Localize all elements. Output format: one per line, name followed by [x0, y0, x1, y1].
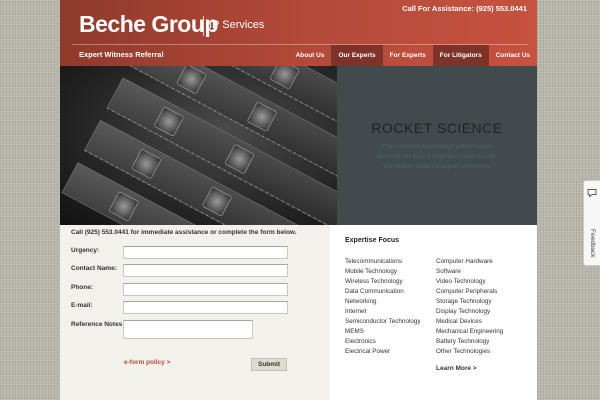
- hero-text-line: Your complex technology patent cases: [381, 143, 493, 150]
- email-field[interactable]: [123, 301, 288, 314]
- hero-chip-image: [60, 66, 337, 225]
- hero-panel: ROCKET SCIENCE Your complex technology p…: [337, 66, 537, 225]
- submit-button[interactable]: Submit: [251, 358, 287, 371]
- expertise-item[interactable]: Telecommunications: [345, 258, 402, 265]
- hero-text-line: demand the best & brightest minds to win…: [376, 153, 498, 160]
- expertise-item[interactable]: Computer Hardware: [436, 258, 493, 265]
- expertise-item[interactable]: Electrical Power: [345, 348, 390, 355]
- logo-divider: [203, 16, 204, 36]
- site-container: Beche Group IP Services Call For Assista…: [60, 0, 537, 400]
- referral-tagline: Expert Witness Referral: [79, 50, 164, 59]
- expertise-item[interactable]: Display Technology: [436, 308, 490, 315]
- hero-text-line: We deliver superior expert witnesses.: [383, 163, 491, 170]
- nav-contact-us[interactable]: Contact Us: [489, 45, 537, 66]
- expertise-item[interactable]: Battery Technology: [436, 338, 489, 345]
- email-label: E-mail:: [71, 302, 93, 309]
- expertise-item[interactable]: Data Communication: [345, 288, 404, 295]
- expertise-item[interactable]: Other Technologies: [436, 348, 490, 355]
- logo[interactable]: Beche Group: [79, 13, 218, 36]
- expertise-item[interactable]: Electronics: [345, 338, 376, 345]
- contact-name-field[interactable]: [123, 264, 288, 277]
- phone-field[interactable]: [123, 283, 288, 296]
- expertise-item[interactable]: Computer Peripherals: [436, 288, 497, 295]
- feedback-label: Feedback: [589, 229, 596, 258]
- nav-for-litigators[interactable]: For Litigators: [432, 45, 489, 66]
- expertise-item[interactable]: Video Technology: [436, 278, 485, 285]
- expertise-item[interactable]: Mobile Technology: [345, 268, 397, 275]
- nav-about-us[interactable]: About Us: [289, 45, 332, 66]
- hero-title: ROCKET SCIENCE: [371, 120, 503, 136]
- phone-label: Phone:: [71, 284, 94, 291]
- main-nav: About Us Our Experts For Experts For Lit…: [289, 45, 537, 66]
- contact-name-label: Contact Name:: [71, 265, 117, 272]
- expertise-item[interactable]: Software: [436, 268, 461, 275]
- nav-our-experts[interactable]: Our Experts: [331, 45, 383, 66]
- reference-notes-field[interactable]: [123, 320, 253, 339]
- urgency-label: Urgency:: [71, 247, 100, 254]
- expertise-item[interactable]: Medical Devices: [436, 318, 482, 325]
- expertise-item[interactable]: MEMS: [345, 328, 364, 335]
- nav-for-experts[interactable]: For Experts: [383, 45, 433, 66]
- expertise-item[interactable]: Networking: [345, 298, 377, 305]
- eform-policy-link[interactable]: e-form policy >: [124, 359, 170, 366]
- header: Beche Group IP Services Call For Assista…: [60, 0, 537, 66]
- expertise-item[interactable]: Mechanical Engineering: [436, 328, 503, 335]
- logo-subtitle: IP Services: [209, 19, 265, 31]
- reference-notes-label: Reference Notes: [71, 321, 123, 328]
- chip-illustration: [61, 66, 337, 225]
- learn-more-link[interactable]: Learn More >: [436, 365, 477, 372]
- speech-bubble-icon: [587, 185, 597, 203]
- contact-form: Call (925) 553.0441 for immediate assist…: [60, 225, 330, 400]
- urgency-field[interactable]: [123, 246, 288, 259]
- expertise-item[interactable]: Internet: [345, 308, 366, 315]
- expertise-item[interactable]: Storage Technology: [436, 298, 492, 305]
- expertise-item[interactable]: Semiconductor Technology: [345, 318, 421, 325]
- expertise-title: Expertise Focus: [345, 237, 400, 244]
- expertise-item[interactable]: Wireless Technology: [345, 278, 403, 285]
- assistance-phone: Call For Assistance: (925) 553.0441: [402, 4, 527, 13]
- feedback-tab[interactable]: Feedback: [583, 180, 600, 266]
- expertise-focus: Expertise Focus Telecommunications Mobil…: [330, 225, 537, 400]
- form-intro: Call (925) 553.0441 for immediate assist…: [71, 229, 297, 236]
